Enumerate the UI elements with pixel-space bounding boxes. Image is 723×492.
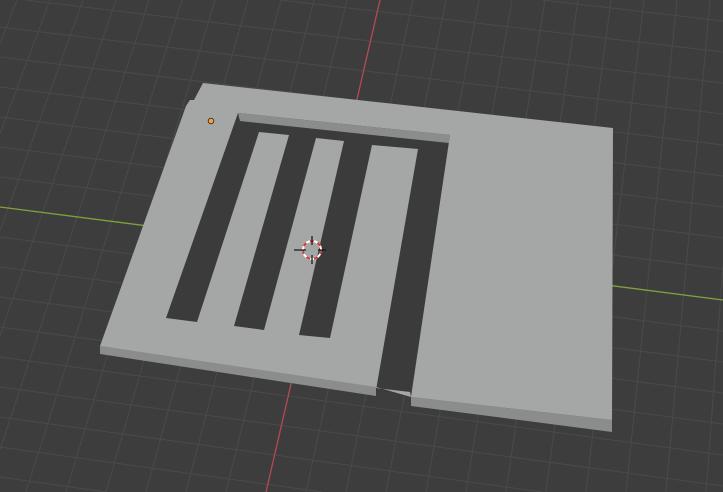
grid-line [0, 0, 18, 44]
grid-line [25, 0, 723, 84]
grid-line [0, 0, 117, 336]
grid-line [0, 416, 543, 492]
grid-line [0, 0, 84, 231]
3d-viewport[interactable] [0, 0, 723, 492]
viewport-canvas[interactable] [0, 0, 723, 492]
origin-point[interactable] [207, 117, 215, 125]
grid-line [542, 0, 723, 22]
grid-line [0, 386, 723, 487]
grid-line [280, 0, 723, 53]
grid-line [665, 0, 711, 492]
origin-dot-icon[interactable] [207, 117, 215, 125]
grid-line [625, 0, 678, 492]
grid-line [0, 446, 323, 492]
grid-line [0, 476, 107, 492]
grid-line [0, 0, 150, 450]
